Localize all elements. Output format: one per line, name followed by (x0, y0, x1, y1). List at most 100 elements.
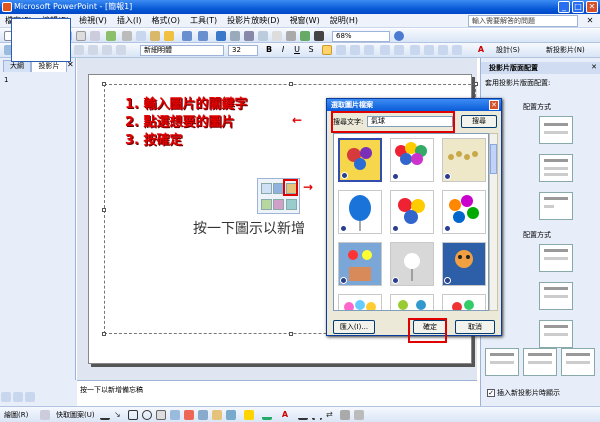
layout-icon[interactable] (102, 45, 112, 55)
results-scrollbar[interactable] (489, 133, 498, 311)
help-icon[interactable] (394, 31, 404, 41)
table-insert-icon[interactable] (261, 183, 272, 194)
clip-thumbnail[interactable] (442, 190, 486, 234)
resize-handle[interactable] (289, 82, 293, 86)
font-size-select[interactable]: 32 (228, 45, 258, 56)
align-right-icon[interactable] (350, 45, 360, 55)
paste-icon[interactable] (150, 31, 160, 41)
layout-option[interactable] (539, 154, 573, 182)
underline-icon[interactable]: U (292, 45, 302, 55)
clip-thumbnail[interactable] (338, 138, 382, 182)
dash-style-icon[interactable] (312, 410, 322, 420)
resize-handle[interactable] (289, 332, 293, 336)
print-preview-icon[interactable] (90, 31, 100, 41)
clip-thumbnail[interactable] (338, 190, 382, 234)
document-close-icon[interactable]: ✕ (584, 15, 596, 27)
clip-thumbnail[interactable] (390, 294, 434, 310)
draw-menu-button[interactable]: 繪圖(R) (4, 410, 28, 420)
resize-handle[interactable] (474, 82, 478, 86)
numbering-icon[interactable] (380, 45, 390, 55)
layout-option[interactable] (539, 244, 573, 272)
color-grayscale-icon[interactable] (314, 31, 324, 41)
normal-view-icon[interactable] (1, 392, 11, 402)
vertical-textbox-icon[interactable] (170, 410, 180, 420)
new-slide-button[interactable]: 新投影片(N) (546, 45, 585, 56)
layout-option[interactable] (539, 116, 573, 144)
format-painter-icon[interactable] (164, 31, 174, 41)
diagram-tool-icon[interactable] (198, 410, 208, 420)
rectangle-tool-icon[interactable] (128, 410, 138, 420)
table-icon[interactable] (230, 31, 240, 41)
3d-style-icon[interactable] (354, 410, 364, 420)
diagram-insert-icon[interactable] (273, 199, 284, 210)
dialog-close-icon[interactable]: ✕ (489, 100, 499, 110)
undo-icon[interactable] (182, 31, 192, 41)
design-button[interactable]: 設計(S) (496, 45, 520, 56)
menu-tools[interactable]: 工具(T) (185, 14, 222, 28)
grid-icon[interactable] (300, 31, 310, 41)
clip-thumbnail[interactable] (338, 294, 382, 310)
slideshow-view-icon[interactable] (25, 392, 35, 402)
increase-font-icon[interactable] (410, 45, 420, 55)
copy-icon[interactable] (136, 31, 146, 41)
italic-icon[interactable]: I (278, 45, 288, 55)
menu-slideshow[interactable]: 投影片放映(D) (222, 14, 284, 28)
layout-option[interactable] (523, 348, 557, 376)
arrow-style-icon[interactable]: ⇄ (326, 410, 336, 420)
line-tool-icon[interactable] (100, 410, 110, 420)
show-formatting-icon[interactable] (286, 31, 296, 41)
layout-option[interactable] (561, 348, 595, 376)
distributed-icon[interactable] (364, 45, 374, 55)
maximize-button[interactable]: □ (572, 1, 584, 13)
draw-font-color-icon[interactable]: A (280, 410, 290, 420)
font-name-select[interactable]: 新細明體 (140, 45, 224, 56)
picture-insert-icon[interactable] (261, 199, 272, 210)
clip-thumbnail[interactable] (390, 138, 434, 182)
layout-option[interactable] (539, 282, 573, 310)
layout-option[interactable] (539, 320, 573, 348)
font-color-icon[interactable]: A (476, 45, 486, 55)
clip-thumbnail[interactable] (390, 190, 434, 234)
line-color-icon[interactable] (262, 410, 272, 420)
clip-thumbnail[interactable] (442, 138, 486, 182)
clip-art-tool-icon[interactable] (212, 410, 222, 420)
menu-insert[interactable]: 插入(I) (112, 14, 147, 28)
textbox-tool-icon[interactable] (156, 410, 166, 420)
handout-icon[interactable] (74, 45, 84, 55)
layout-option[interactable] (485, 348, 519, 376)
insert-new-slide-icon[interactable] (258, 31, 268, 41)
clip-thumbnail[interactable] (390, 242, 434, 286)
cancel-button[interactable]: 取消 (455, 320, 495, 334)
select-objects-icon[interactable] (40, 410, 50, 420)
zoom-select[interactable]: 68% (332, 31, 390, 42)
clip-thumbnail[interactable] (338, 242, 382, 286)
menu-help[interactable]: 說明(H) (325, 14, 363, 28)
wordart-icon[interactable] (184, 410, 194, 420)
print-icon[interactable] (76, 31, 86, 41)
menu-view[interactable]: 檢視(V) (74, 14, 112, 28)
minimize-button[interactable]: _ (558, 1, 570, 13)
menu-format[interactable]: 格式(O) (146, 14, 185, 28)
fill-color-icon[interactable] (244, 410, 254, 420)
shadow-icon[interactable]: S (306, 45, 316, 55)
resize-handle[interactable] (102, 332, 106, 336)
animation-icon[interactable] (116, 45, 126, 55)
media-insert-icon[interactable] (286, 199, 297, 210)
search-button[interactable]: 搜尋 (461, 115, 497, 128)
resize-handle[interactable] (102, 82, 106, 86)
bullets-icon[interactable] (394, 45, 404, 55)
import-button[interactable]: 匯入(I)... (333, 320, 375, 334)
scrollbar-thumb[interactable] (490, 144, 497, 174)
menu-window[interactable]: 視窗(W) (285, 14, 325, 28)
slide-thumbnail[interactable] (11, 18, 71, 62)
decrease-indent-icon[interactable] (438, 45, 448, 55)
checkbox-icon[interactable]: ✓ (487, 389, 495, 397)
design-icon[interactable] (88, 45, 98, 55)
help-question-input[interactable]: 輸入需要解答的問題 (468, 15, 578, 27)
chart-icon[interactable] (216, 31, 226, 41)
align-center-icon[interactable] (336, 45, 346, 55)
slide-sorter-icon[interactable] (13, 392, 23, 402)
cut-icon[interactable] (122, 31, 132, 41)
task-pane-close-icon[interactable]: ✕ (591, 63, 597, 71)
show-on-insert-checkbox[interactable]: ✓ 插入新投影片時顯示 (487, 388, 560, 398)
